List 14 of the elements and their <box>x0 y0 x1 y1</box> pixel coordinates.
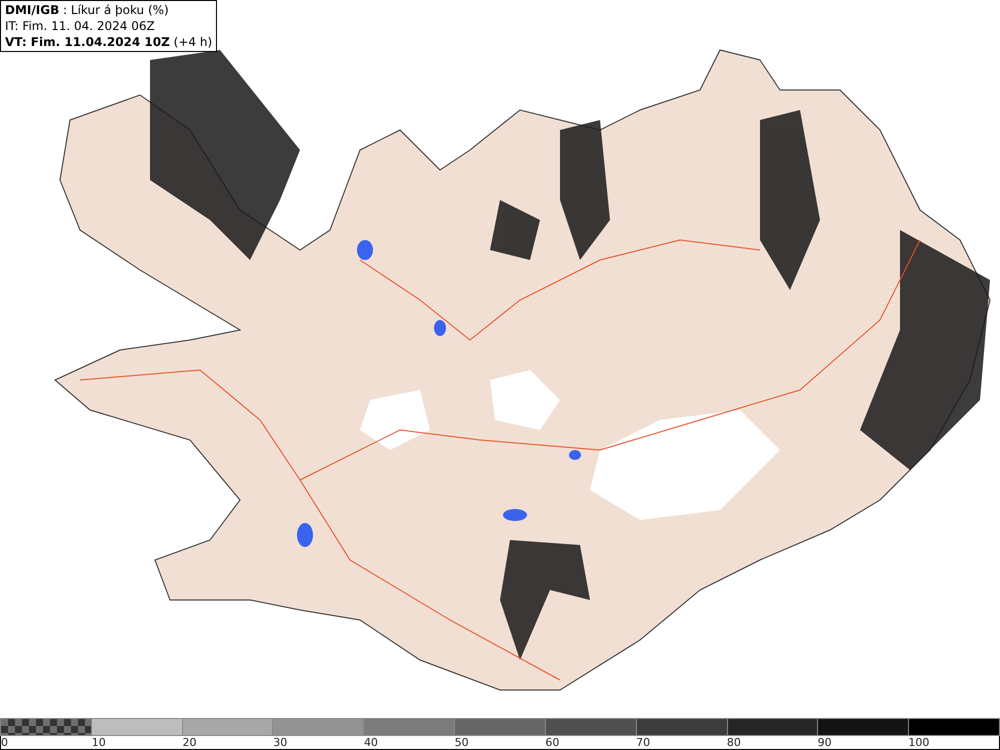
colorbar-label: 80 <box>726 736 741 749</box>
colorbar-label: 30 <box>273 736 288 749</box>
colorbar-label: 40 <box>364 736 378 749</box>
header-line: VT: Fim. 11.04.2024 10Z (+4 h) <box>5 34 212 50</box>
colorbar-label: 100 <box>908 736 930 749</box>
colorbar-label: 20 <box>182 736 196 749</box>
colorbar-label: 10 <box>92 736 106 749</box>
colorbar-label: 90 <box>818 736 832 749</box>
colorbar-label: 70 <box>636 736 650 749</box>
header-line: IT: Fim. 11. 04. 2024 06Z <box>5 18 156 34</box>
colorbar-label: 60 <box>545 736 560 749</box>
header-line: DMI/IGB : Líkur á þoku (%) <box>5 2 170 18</box>
colorbar-label: 50 <box>454 736 469 749</box>
colorbar-label: 0 <box>1 736 8 749</box>
